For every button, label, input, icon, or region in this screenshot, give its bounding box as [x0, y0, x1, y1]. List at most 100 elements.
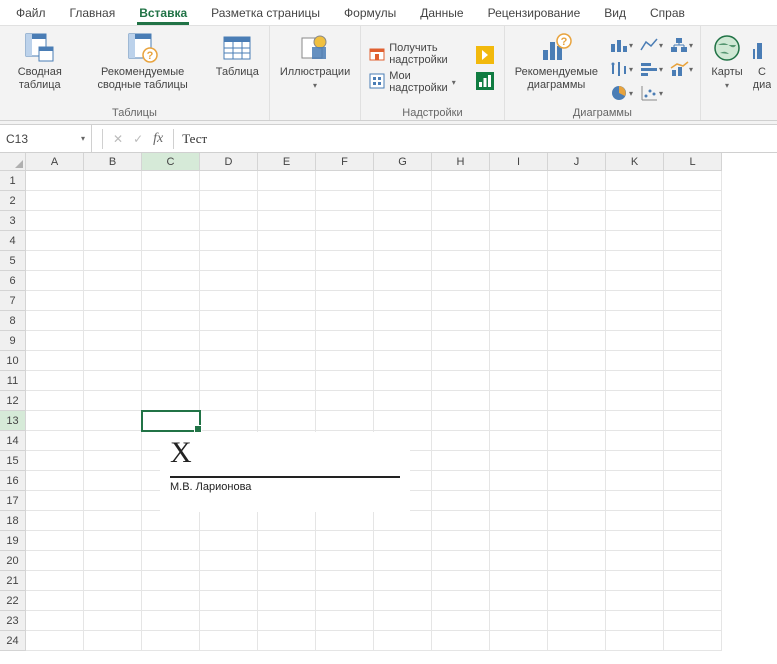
cell[interactable] [548, 451, 606, 471]
cell[interactable] [664, 611, 722, 631]
cell[interactable] [316, 411, 374, 431]
cell[interactable] [490, 411, 548, 431]
cell[interactable] [142, 351, 200, 371]
cell[interactable] [142, 191, 200, 211]
cell[interactable] [258, 351, 316, 371]
cell[interactable] [548, 211, 606, 231]
enter-icon[interactable]: ✓ [133, 132, 143, 146]
cell[interactable] [432, 211, 490, 231]
column-header[interactable]: F [316, 153, 374, 171]
cell[interactable] [432, 531, 490, 551]
cell[interactable] [432, 451, 490, 471]
cell[interactable] [606, 191, 664, 211]
cell[interactable] [258, 311, 316, 331]
cell[interactable] [84, 631, 142, 651]
column-header[interactable]: K [606, 153, 664, 171]
cell[interactable] [258, 291, 316, 311]
cell[interactable] [374, 551, 432, 571]
cell[interactable] [490, 331, 548, 351]
cell[interactable] [490, 611, 548, 631]
cell[interactable] [606, 411, 664, 431]
cell[interactable] [548, 291, 606, 311]
cell[interactable] [26, 351, 84, 371]
cell[interactable] [432, 251, 490, 271]
worksheet-grid[interactable]: ABCDEFGHIJKL1234567891011121314151617181… [0, 153, 777, 664]
table-button[interactable]: Таблица [212, 30, 263, 81]
cell[interactable] [606, 331, 664, 351]
cell[interactable] [258, 391, 316, 411]
cell[interactable] [200, 171, 258, 191]
cell[interactable] [316, 391, 374, 411]
cell[interactable] [548, 351, 606, 371]
cell[interactable] [664, 531, 722, 551]
cell[interactable] [664, 431, 722, 451]
cell[interactable] [84, 431, 142, 451]
cell[interactable] [490, 251, 548, 271]
cell[interactable] [664, 211, 722, 231]
cell[interactable] [316, 331, 374, 351]
cell[interactable] [84, 311, 142, 331]
cell[interactable] [258, 631, 316, 651]
cell[interactable] [606, 371, 664, 391]
cell[interactable] [374, 331, 432, 351]
cell[interactable] [664, 411, 722, 431]
cell[interactable] [664, 331, 722, 351]
cell[interactable] [664, 311, 722, 331]
cell[interactable] [432, 171, 490, 191]
cell[interactable] [142, 371, 200, 391]
line-chart-button[interactable]: ▾ [638, 34, 664, 56]
illustrations-button[interactable]: Иллюстрации▾ [276, 30, 354, 94]
cell[interactable] [258, 211, 316, 231]
row-header[interactable]: 11 [0, 371, 26, 391]
cell[interactable] [258, 371, 316, 391]
cell[interactable] [664, 371, 722, 391]
cell[interactable] [490, 171, 548, 191]
cell[interactable] [316, 511, 374, 531]
cell[interactable] [548, 231, 606, 251]
row-header[interactable]: 2 [0, 191, 26, 211]
cell[interactable] [490, 271, 548, 291]
cell[interactable] [548, 551, 606, 571]
cell[interactable] [432, 271, 490, 291]
row-header[interactable]: 24 [0, 631, 26, 651]
row-header[interactable]: 13 [0, 411, 26, 431]
cell[interactable] [26, 551, 84, 571]
combo-chart-button[interactable]: ▾ [668, 58, 694, 80]
cell[interactable] [200, 591, 258, 611]
cell[interactable] [26, 451, 84, 471]
cell[interactable] [26, 491, 84, 511]
cell[interactable] [374, 511, 432, 531]
row-header[interactable]: 19 [0, 531, 26, 551]
row-header[interactable]: 14 [0, 431, 26, 451]
cell[interactable] [374, 311, 432, 331]
cell[interactable] [606, 291, 664, 311]
cell[interactable] [316, 371, 374, 391]
cell[interactable] [548, 611, 606, 631]
cell[interactable] [432, 511, 490, 531]
get-addins-button[interactable]: Получить надстройки [367, 41, 458, 67]
cell[interactable] [316, 291, 374, 311]
cell[interactable] [432, 331, 490, 351]
cell[interactable] [142, 511, 200, 531]
tab-formulas[interactable]: Формулы [332, 2, 408, 24]
cell[interactable] [664, 511, 722, 531]
cell[interactable] [548, 531, 606, 551]
cell[interactable] [374, 571, 432, 591]
cell[interactable] [374, 411, 432, 431]
cell[interactable] [200, 331, 258, 351]
tab-home[interactable]: Главная [58, 2, 128, 24]
cell[interactable] [26, 431, 84, 451]
cell[interactable] [84, 471, 142, 491]
signature-line-object[interactable]: X М.В. Ларионова [160, 432, 410, 512]
cell[interactable] [84, 451, 142, 471]
cell[interactable] [84, 511, 142, 531]
cell[interactable] [606, 251, 664, 271]
cell[interactable] [200, 251, 258, 271]
my-addins-button[interactable]: Мои надстройки ▾ [367, 69, 458, 95]
pivot-table-button[interactable]: Сводная таблица [6, 30, 74, 94]
cell[interactable] [84, 331, 142, 351]
cell[interactable] [258, 411, 316, 431]
cell[interactable] [26, 271, 84, 291]
cell[interactable] [26, 171, 84, 191]
cell[interactable] [606, 591, 664, 611]
